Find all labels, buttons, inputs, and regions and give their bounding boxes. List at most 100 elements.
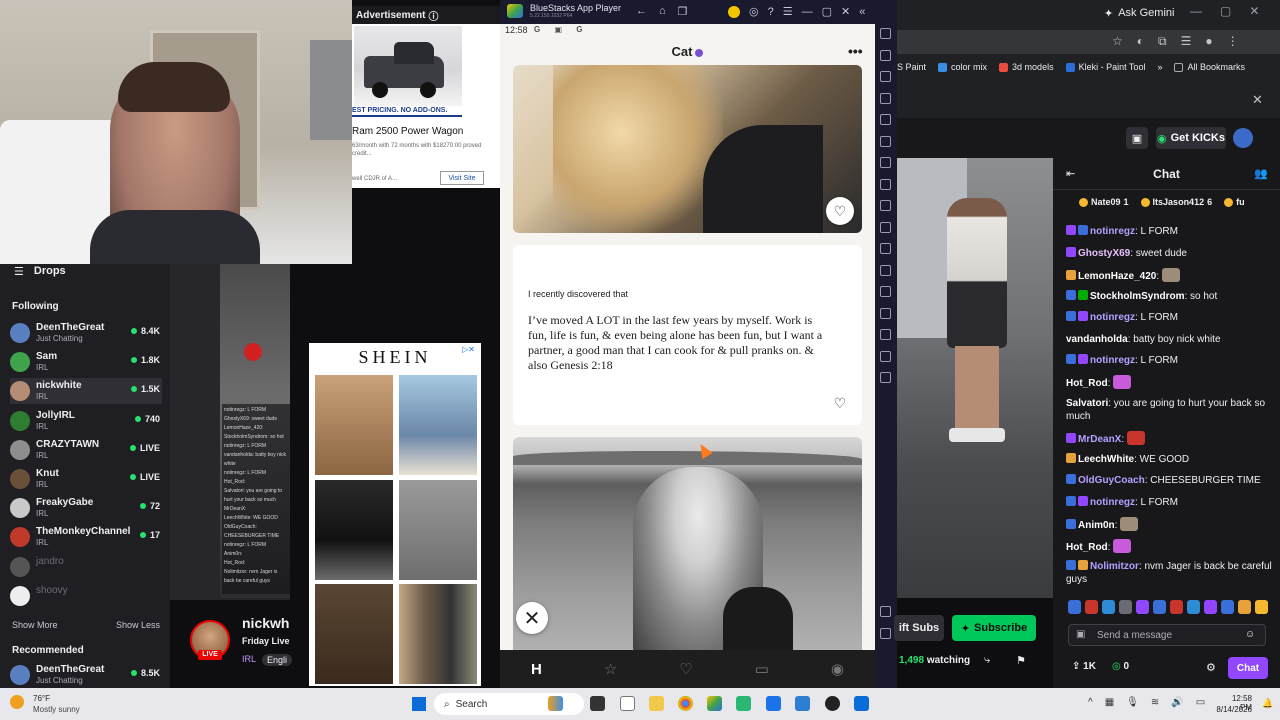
all-bookmarks[interactable]: All Bookmarks xyxy=(1174,62,1245,72)
chat-badge-icon[interactable] xyxy=(1066,290,1076,300)
language-tag[interactable]: Engli xyxy=(262,654,293,666)
drops-link[interactable]: ☰ Drops xyxy=(14,264,66,278)
chat-emote[interactable] xyxy=(1120,517,1139,531)
account-icon[interactable]: ◎ xyxy=(749,5,759,18)
back-icon[interactable]: ← xyxy=(636,5,647,18)
taskbar-bluestacks-icon[interactable] xyxy=(707,696,722,711)
show-more-button[interactable]: Show More xyxy=(12,620,58,630)
bluestacks-tool-icon[interactable] xyxy=(880,114,891,125)
tray-app-icon[interactable]: ▦ xyxy=(1105,697,1114,708)
bluestacks-tool-icon[interactable] xyxy=(880,28,891,39)
chat-badge-icon[interactable] xyxy=(1066,354,1076,364)
taskbar-notepad-icon[interactable] xyxy=(620,696,635,711)
sidebar-channel[interactable]: FreakyGabe IRL 72 xyxy=(10,495,162,521)
top-gifter[interactable]: ItsJason412 6 xyxy=(1140,197,1212,207)
puzzle-icon[interactable]: ⧉ xyxy=(1158,34,1167,49)
adchoices-icon[interactable]: ▷✕ xyxy=(462,345,475,354)
channel-points[interactable]: ⇪ 1K xyxy=(1072,661,1096,672)
skip-button[interactable]: ✕ xyxy=(516,602,548,634)
get-kicks-button[interactable]: ◉ Get KICKs xyxy=(1156,127,1226,149)
chat-users-icon[interactable]: 👥 xyxy=(1254,167,1268,180)
chat-username[interactable]: StockholmSyndrom xyxy=(1090,291,1184,302)
chat-badge-icon[interactable] xyxy=(1066,560,1076,570)
emote-picker-icon[interactable]: ☺ xyxy=(1245,629,1255,640)
share-icon[interactable]: ⤷ xyxy=(984,654,990,667)
sidebar-recommended-channel[interactable]: DeenTheGreat Just Chatting 8.5K xyxy=(10,662,162,688)
show-less-button[interactable]: Show Less xyxy=(116,620,160,630)
chat-badge-icon[interactable] xyxy=(1078,311,1088,321)
browser-window-controls[interactable]: —▢✕ xyxy=(1190,4,1277,18)
chat-username[interactable]: GhostyX69 xyxy=(1078,248,1130,259)
chat-badge-icon[interactable] xyxy=(1255,600,1268,614)
bluestacks-tool-icon[interactable] xyxy=(880,92,891,104)
home-icon[interactable]: ⌂ xyxy=(659,5,666,18)
menu-icon[interactable]: ☰ xyxy=(783,5,793,18)
product-pants-set[interactable] xyxy=(399,584,477,684)
bookmarks-overflow[interactable]: » xyxy=(1157,62,1162,72)
taskbar-widget-icon[interactable] xyxy=(548,696,563,711)
bluestacks-tool-icon[interactable] xyxy=(880,157,891,168)
chat-badge-icon[interactable] xyxy=(1066,474,1076,484)
gift-icon[interactable]: ▣ xyxy=(1126,127,1148,149)
windows-icon[interactable]: ❐ xyxy=(678,5,688,18)
chat-badge-icon[interactable] xyxy=(1153,600,1166,614)
extension-icon[interactable]: ◐ xyxy=(1137,34,1144,49)
product-cargo-pants[interactable] xyxy=(399,480,477,580)
bookmark-color-mix[interactable]: color mix xyxy=(938,62,987,72)
chat-badge-icon[interactable] xyxy=(1078,354,1088,364)
nav-standouts-icon[interactable]: ☆ xyxy=(604,660,617,678)
bluestacks-tool-icon[interactable] xyxy=(880,135,891,147)
chat-badge-icon[interactable] xyxy=(1170,600,1183,614)
chat-badge-icon[interactable] xyxy=(1066,247,1076,257)
help-icon[interactable]: ? xyxy=(768,6,774,18)
subscribe-button[interactable]: ✦ Subscribe xyxy=(952,615,1036,641)
volume-icon[interactable]: 🔊 xyxy=(1171,697,1183,708)
mic-icon[interactable]: 🎙 xyxy=(1126,697,1139,708)
coin-icon[interactable] xyxy=(728,5,740,18)
chat-badge-icon[interactable] xyxy=(1136,600,1149,614)
product-shirt[interactable] xyxy=(315,480,393,580)
sidebar-channel[interactable]: nickwhite IRL 1.5K xyxy=(10,378,162,405)
taskbar-app-icon[interactable] xyxy=(736,696,751,711)
chat-badge-icon[interactable] xyxy=(1066,225,1076,235)
bluestacks-tool-icon[interactable] xyxy=(880,221,891,233)
chat-emote[interactable] xyxy=(1162,268,1181,282)
bluestacks-tool-icon[interactable] xyxy=(880,178,891,190)
chat-badge-icon[interactable] xyxy=(1066,519,1076,529)
taskbar-paint-icon[interactable] xyxy=(795,696,810,711)
gift-subs-button[interactable]: ift Subs xyxy=(894,615,944,641)
chat-username[interactable]: Anim0n xyxy=(1078,520,1115,531)
bits-count[interactable]: ◎ 0 xyxy=(1112,661,1129,672)
chat-username[interactable]: MrDeanX xyxy=(1078,434,1121,445)
collapse-icon[interactable]: « xyxy=(859,6,865,18)
taskbar-terminal-icon[interactable] xyxy=(590,696,605,711)
sidebar-channel[interactable]: TheMonkeyChannel IRL 17 xyxy=(10,524,162,550)
bluestacks-tool-icon[interactable] xyxy=(880,200,891,211)
gift-icon[interactable]: ▣ xyxy=(1076,629,1085,640)
chat-badge-icon[interactable] xyxy=(1068,600,1081,614)
chat-settings-icon[interactable]: ⚙ xyxy=(1206,661,1216,674)
chat-badge-icon[interactable] xyxy=(1221,600,1234,614)
taskbar-docs-icon[interactable] xyxy=(766,696,781,711)
chat-send-button[interactable]: Chat xyxy=(1228,657,1268,679)
nav-messages-icon[interactable]: ▭ xyxy=(755,660,769,678)
notification-bell-icon[interactable]: 🔔 xyxy=(1262,698,1273,709)
chat-emote[interactable] xyxy=(1113,539,1132,553)
chat-username[interactable]: notinregz xyxy=(1090,355,1135,366)
like-photo-1-button[interactable]: ♡ xyxy=(826,197,854,225)
chat-username[interactable]: LeechWhite xyxy=(1078,454,1134,465)
chat-username[interactable]: Hot_Rod xyxy=(1066,542,1108,553)
category-link[interactable]: IRL xyxy=(242,654,256,666)
bookmark-star-icon[interactable]: ☆ xyxy=(1112,34,1123,49)
taskbar-chrome-icon[interactable] xyxy=(678,696,693,711)
chat-badge-icon[interactable] xyxy=(1066,270,1076,280)
chat-badge-icon[interactable] xyxy=(1102,600,1115,614)
nav-likes-icon[interactable]: ♡ xyxy=(679,660,692,678)
bookmark-kleki[interactable]: Kleki - Paint Tool xyxy=(1065,62,1145,72)
chat-badge-icon[interactable] xyxy=(1066,453,1076,463)
maximize-icon[interactable]: ▢ xyxy=(822,5,832,18)
top-gifter[interactable]: fu xyxy=(1224,197,1248,207)
nav-discover-icon[interactable]: H xyxy=(531,661,542,678)
product-swimwear[interactable] xyxy=(399,375,477,475)
sidebar-channel[interactable]: Sam IRL 1.8K xyxy=(10,349,162,375)
